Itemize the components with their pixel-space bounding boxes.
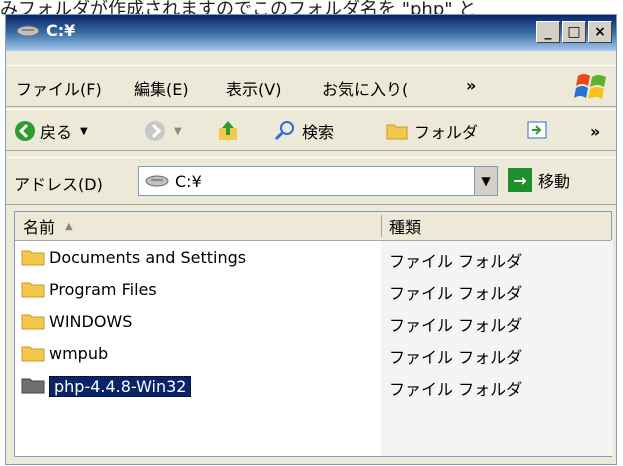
back-arrow-icon <box>15 121 35 141</box>
search-button[interactable]: 検索 <box>274 118 334 144</box>
address-field[interactable]: C:¥ ▼ <box>138 166 498 196</box>
list-header: 名前 ▲ 種類 <box>15 212 611 241</box>
up-button[interactable] <box>216 118 240 144</box>
folder-icon <box>386 124 408 140</box>
list-item[interactable]: wmpub ファイル フォルダ <box>15 338 611 368</box>
title-bar[interactable]: C:¥ _ □ × <box>6 15 616 51</box>
header-divider[interactable] <box>381 215 382 237</box>
menu-edit[interactable]: 編集(E) <box>134 76 189 100</box>
back-button[interactable]: 戻る ▼ <box>14 118 88 144</box>
item-type: ファイル フォルダ <box>389 316 523 335</box>
forward-arrow-icon <box>145 121 165 141</box>
drive-icon <box>16 25 40 37</box>
menu-bar: ファイル(F) 編集(E) 表示(V) お気に入り( » <box>6 65 616 107</box>
toolbar-more[interactable]: » <box>590 118 600 144</box>
item-name: wmpub <box>49 344 109 363</box>
views-button[interactable] <box>526 118 550 144</box>
item-type: ファイル フォルダ <box>389 348 523 367</box>
item-name: Documents and Settings <box>49 248 247 267</box>
folder-icon <box>21 378 45 394</box>
item-name: Program Files <box>49 280 157 299</box>
address-label: アドレス(D) <box>14 175 103 194</box>
item-type: ファイル フォルダ <box>389 380 523 399</box>
menu-favorites[interactable]: お気に入り( <box>322 76 408 100</box>
drive-icon <box>145 175 169 187</box>
list-item[interactable]: Program Files ファイル フォルダ <box>15 274 611 304</box>
folder-icon <box>21 346 45 362</box>
search-icon <box>274 121 294 141</box>
item-name: WINDOWS <box>49 312 133 331</box>
header-type[interactable]: 種類 <box>389 212 421 240</box>
header-name[interactable]: 名前 ▲ <box>23 212 73 240</box>
list-item-selected[interactable]: php-4.4.8-Win32 ファイル フォルダ <box>15 370 611 400</box>
folder-icon <box>21 282 45 298</box>
up-folder-icon <box>219 121 237 140</box>
folders-label: フォルダ <box>414 123 479 142</box>
back-dropdown-icon[interactable]: ▼ <box>80 126 88 137</box>
list-item[interactable]: WINDOWS ファイル フォルダ <box>15 306 611 336</box>
go-label: 移動 <box>538 172 571 191</box>
list-item[interactable]: Documents and Settings ファイル フォルダ <box>15 242 611 272</box>
folder-icon <box>21 250 45 266</box>
window-controls: _ □ × <box>536 21 612 43</box>
item-name: php-4.4.8-Win32 <box>49 376 192 397</box>
item-type: ファイル フォルダ <box>389 252 523 271</box>
menu-view[interactable]: 表示(V) <box>226 76 281 100</box>
menu-more[interactable]: » <box>466 76 476 95</box>
window-title: C:¥ <box>46 21 76 40</box>
header-name-label: 名前 <box>23 218 56 237</box>
address-bar: アドレス(D) C:¥ ▼ → 移動 <box>6 157 616 205</box>
go-arrow-icon: → <box>508 168 532 192</box>
forward-dropdown-icon[interactable]: ▼ <box>174 126 182 137</box>
address-value: C:¥ <box>175 172 202 191</box>
forward-button[interactable]: ▼ <box>144 118 182 144</box>
go-button[interactable]: → 移動 <box>508 168 570 192</box>
folder-icon <box>21 314 45 330</box>
maximize-button[interactable]: □ <box>562 21 586 43</box>
standard-toolbar: 戻る ▼ ▼ 検索 フォルダ » <box>6 109 616 151</box>
views-icon <box>527 121 547 139</box>
minimize-button[interactable]: _ <box>536 21 560 43</box>
menu-file[interactable]: ファイル(F) <box>16 76 102 100</box>
explorer-window: C:¥ _ □ × ファイル(F) 編集(E) 表示(V) お気に入り( » 戻… <box>5 14 617 465</box>
file-list: 名前 ▲ 種類 Documents and Settings ファイル フォルダ… <box>14 211 613 457</box>
address-dropdown-icon[interactable]: ▼ <box>474 167 497 195</box>
folders-button[interactable]: フォルダ <box>386 118 478 144</box>
search-label: 検索 <box>302 123 335 142</box>
close-button[interactable]: × <box>588 21 612 43</box>
back-label: 戻る <box>40 123 73 142</box>
sort-ascending-icon: ▲ <box>65 220 73 232</box>
item-type: ファイル フォルダ <box>389 284 523 303</box>
windows-logo-icon <box>574 74 606 99</box>
